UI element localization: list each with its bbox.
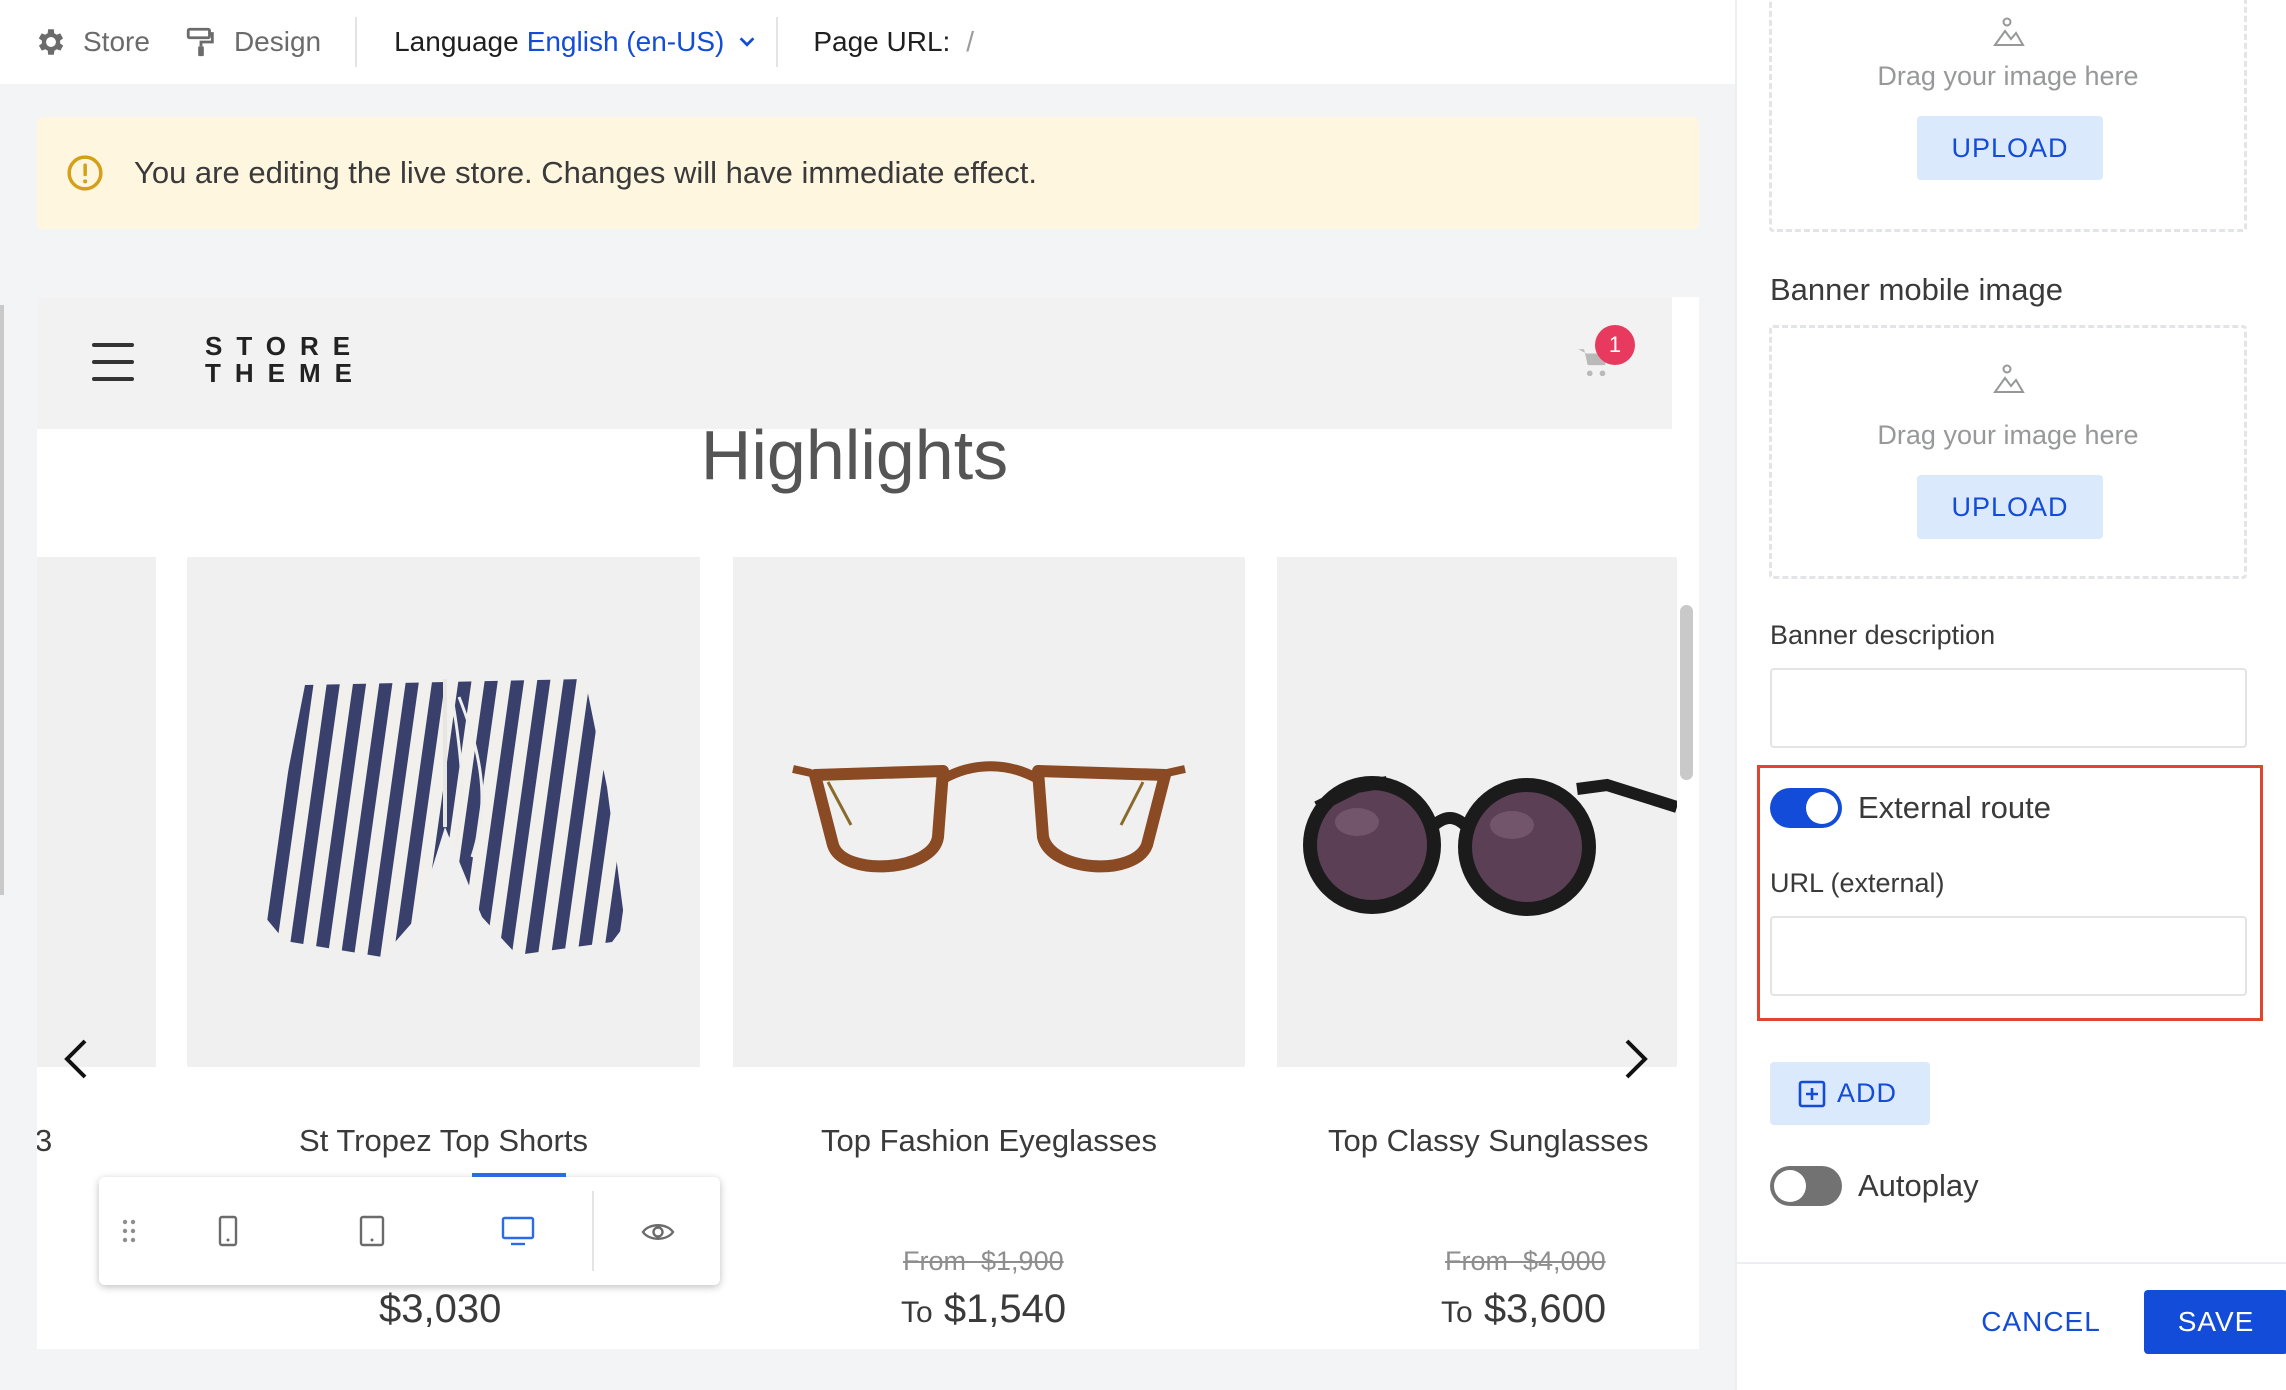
upload-button[interactable]: UPLOAD bbox=[1917, 475, 2103, 539]
block-settings-panel: Drag your image here UPLOAD Banner mobil… bbox=[1735, 0, 2286, 1390]
external-route-toggle[interactable] bbox=[1770, 788, 1842, 828]
banner-description-input[interactable] bbox=[1770, 668, 2247, 748]
chevron-down-icon bbox=[739, 37, 755, 47]
banner-image-dropzone[interactable]: Drag your image here UPLOAD bbox=[1769, 0, 2247, 232]
product-name[interactable]: 3 bbox=[37, 1123, 52, 1159]
store-label: Store bbox=[83, 26, 150, 57]
url-external-label: URL (external) bbox=[1770, 868, 1945, 898]
cart-count-badge: 1 bbox=[1595, 325, 1635, 365]
save-button[interactable]: SAVE bbox=[2144, 1290, 2286, 1354]
design-menu[interactable]: Design bbox=[184, 0, 321, 84]
upload-button[interactable]: UPLOAD bbox=[1917, 116, 2103, 180]
autoplay-label: Autoplay bbox=[1858, 1168, 1979, 1203]
language-value: English (en-US) bbox=[526, 26, 725, 57]
logo-line-2: THEME bbox=[205, 358, 366, 388]
design-label: Design bbox=[233, 26, 322, 57]
live-store-warning: You are editing the live store. Changes … bbox=[37, 117, 1699, 229]
active-device-indicator bbox=[472, 1173, 566, 1177]
price-to-value: $3,600 bbox=[1483, 1287, 1607, 1331]
url-external-input[interactable] bbox=[1770, 916, 2247, 996]
banner-mobile-image-dropzone[interactable]: Drag your image here UPLOAD bbox=[1769, 325, 2247, 579]
price-to-value: $1,540 bbox=[943, 1287, 1067, 1331]
preview-frame-edge bbox=[0, 305, 4, 895]
sunglasses-image bbox=[1303, 776, 1677, 916]
divider bbox=[1737, 1262, 2286, 1264]
add-label: ADD bbox=[1837, 1078, 1898, 1108]
hamburger-menu-icon[interactable] bbox=[92, 343, 134, 381]
price-to-label: To bbox=[1441, 1296, 1473, 1329]
store-menu[interactable]: Store bbox=[0, 0, 150, 84]
product-image-sunglasses[interactable] bbox=[1277, 557, 1677, 1067]
dropzone-text: Drag your image here bbox=[1877, 420, 2139, 450]
divider bbox=[355, 17, 358, 67]
list-price: From $4,000 bbox=[1445, 1246, 1606, 1277]
page-url-value: / bbox=[966, 26, 975, 57]
selling-price: $3,030 bbox=[379, 1287, 502, 1331]
selling-price: To $1,540 bbox=[901, 1287, 1066, 1332]
paint-roller-icon bbox=[186, 27, 214, 57]
external-route-label: External route bbox=[1858, 790, 2051, 825]
eyeglasses-image bbox=[792, 761, 1186, 873]
image-placeholder-icon bbox=[1993, 17, 2025, 46]
drag-handle-icon[interactable] bbox=[119, 1216, 139, 1246]
list-price: From $1,900 bbox=[903, 1246, 1064, 1277]
divider bbox=[776, 17, 779, 67]
logo-line-1: STORE bbox=[205, 331, 365, 361]
add-button[interactable]: ADD bbox=[1770, 1062, 1930, 1125]
store-logo[interactable]: STORE THEME bbox=[205, 333, 366, 387]
carousel-next-arrow-icon[interactable] bbox=[1615, 1037, 1655, 1081]
mobile-view-icon[interactable] bbox=[211, 1214, 245, 1248]
autoplay-toggle[interactable] bbox=[1770, 1166, 1842, 1206]
gear-icon bbox=[38, 29, 64, 55]
price-to-label: To bbox=[901, 1296, 933, 1329]
store-header: STORE THEME 1 bbox=[37, 297, 1672, 429]
tablet-view-icon[interactable] bbox=[355, 1214, 389, 1248]
product-name[interactable]: St Tropez Top Shorts bbox=[187, 1123, 700, 1159]
price-from-label: From bbox=[903, 1246, 966, 1276]
warning-text: You are editing the live store. Changes … bbox=[134, 155, 1037, 190]
product-image-shorts[interactable] bbox=[187, 557, 700, 1067]
product-name[interactable]: Top Fashion Eyeglasses bbox=[733, 1123, 1245, 1159]
image-placeholder-icon bbox=[1993, 364, 2025, 393]
carousel-prev-arrow-icon[interactable] bbox=[57, 1037, 97, 1081]
product-image[interactable] bbox=[37, 557, 156, 1067]
plus-square-icon bbox=[1798, 1080, 1826, 1107]
price-from-value: $4,000 bbox=[1523, 1246, 1606, 1276]
price-from-value: $1,900 bbox=[981, 1246, 1064, 1276]
top-bar: Store Design Language English (en-US) Pa… bbox=[0, 0, 1735, 84]
shorts-image bbox=[265, 679, 625, 957]
price-from-label: From bbox=[1445, 1246, 1508, 1276]
cancel-button[interactable]: CANCEL bbox=[1951, 1290, 2131, 1354]
desktop-view-icon[interactable] bbox=[501, 1214, 535, 1248]
page-url: Page URL: / bbox=[813, 0, 974, 84]
preview-scrollbar[interactable] bbox=[1680, 605, 1693, 780]
banner-mobile-image-label: Banner mobile image bbox=[1770, 272, 2063, 307]
banner-description-label: Banner description bbox=[1770, 620, 1996, 650]
toggle-knob bbox=[1774, 1170, 1806, 1202]
product-image-eyeglasses[interactable] bbox=[733, 557, 1245, 1067]
selling-price: To $3,600 bbox=[1441, 1287, 1606, 1332]
divider bbox=[592, 1191, 594, 1271]
page-url-label: Page URL: bbox=[813, 26, 951, 57]
device-toolbar bbox=[99, 1173, 720, 1285]
toggle-knob bbox=[1806, 792, 1838, 824]
language-label: Language bbox=[394, 26, 519, 57]
dropzone-text: Drag your image here bbox=[1877, 61, 2139, 91]
eye-preview-icon[interactable] bbox=[641, 1215, 675, 1249]
product-name[interactable]: Top Classy Sunglasses bbox=[1328, 1123, 1649, 1159]
language-selector[interactable]: Language English (en-US) bbox=[394, 0, 758, 84]
section-title: Highlights bbox=[700, 416, 1009, 494]
warning-icon bbox=[67, 155, 103, 191]
